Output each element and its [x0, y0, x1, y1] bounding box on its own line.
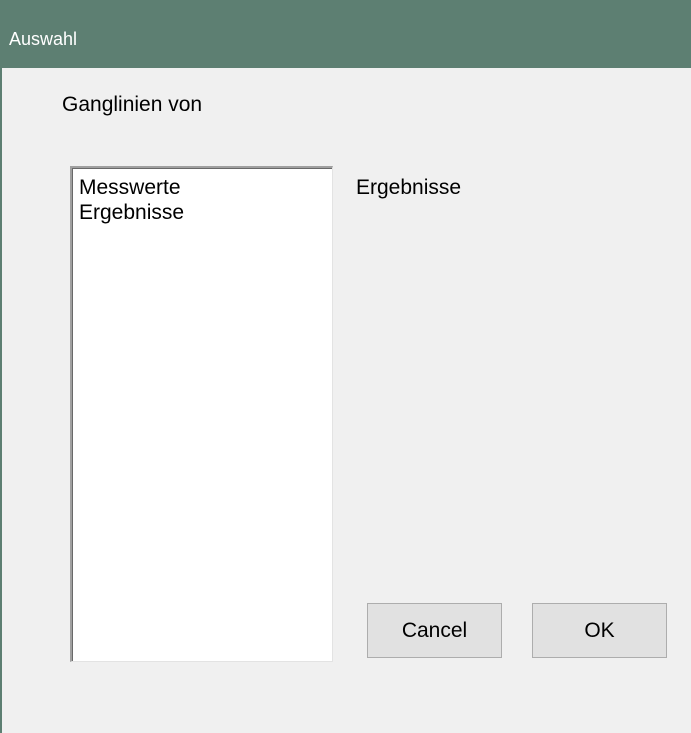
window-border: [0, 68, 2, 733]
selected-value-label: Ergebnisse: [356, 176, 462, 199]
title-bar[interactable]: Auswahl: [0, 0, 691, 68]
list-item-ergebnisse[interactable]: Ergebnisse: [79, 201, 184, 225]
cancel-button[interactable]: Cancel: [367, 603, 502, 658]
ok-button[interactable]: OK: [532, 603, 667, 658]
source-listbox[interactable]: Messwerte Ergebnisse: [70, 166, 333, 662]
ganglinien-label: Ganglinien von: [62, 93, 203, 116]
dialog-window: Auswahl Ganglinien von Messwerte Ergebni…: [0, 0, 691, 733]
list-item-messwerte[interactable]: Messwerte: [79, 176, 181, 200]
window-title: Auswahl: [9, 29, 78, 49]
